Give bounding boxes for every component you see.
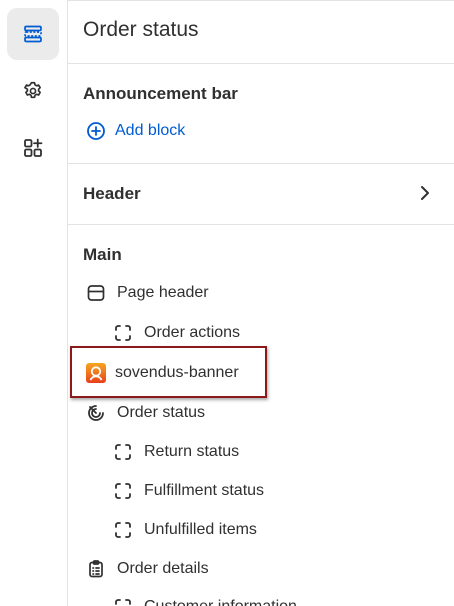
sections-panel: Order status Announcement bar Add block … <box>68 0 454 606</box>
tree-item-label: Fulfillment status <box>144 482 265 499</box>
sovendus-app-icon <box>86 363 106 383</box>
apps-tab-button[interactable] <box>7 122 59 174</box>
dashed-block-icon <box>115 483 131 499</box>
sections-tab-button[interactable] <box>7 8 59 60</box>
announcement-bar-title: Announcement bar <box>83 84 238 103</box>
apps-icon <box>24 138 43 157</box>
clipboard-icon <box>89 560 103 578</box>
tree-item-order-details[interactable]: Order details <box>86 559 209 579</box>
tree-item-page-header[interactable]: Page header <box>86 283 209 303</box>
tree-item-label: sovendus-banner <box>115 364 239 381</box>
dashed-block-icon <box>115 522 131 538</box>
tree-item-label: Unfulfilled items <box>144 521 257 538</box>
tree-item-label: Page header <box>117 284 209 301</box>
tree-item-unfulfilled-items[interactable]: Unfulfilled items <box>113 520 257 540</box>
add-block-label: Add block <box>115 122 186 139</box>
order-status-icon <box>88 405 104 421</box>
dashed-block-icon <box>115 325 131 341</box>
tree-item-label: Order status <box>117 404 206 421</box>
chevron-right-icon <box>421 186 429 200</box>
sections-icon <box>24 25 42 43</box>
tree-item-label: Customer information <box>144 598 297 606</box>
divider <box>68 63 454 64</box>
tree-item-label: Return status <box>144 443 240 460</box>
tree-item-label: Order actions <box>144 324 241 341</box>
page-title: Order status <box>83 18 199 41</box>
settings-icon <box>24 81 41 99</box>
tree-item-sovendus-banner[interactable]: sovendus-banner <box>86 363 239 383</box>
tree-item-fulfillment-status[interactable]: Fulfillment status <box>113 481 264 501</box>
dashed-block-icon <box>115 444 131 460</box>
plus-circle-icon <box>87 122 105 140</box>
tree-item-customer-information[interactable]: Customer information <box>113 597 297 606</box>
page-header-icon <box>87 285 105 301</box>
tree-item-order-status[interactable]: Order status <box>86 403 205 423</box>
settings-tab-button[interactable] <box>7 65 59 117</box>
header-section-row[interactable]: Header <box>68 164 454 224</box>
tree-item-label: Order details <box>117 560 209 577</box>
header-title: Header <box>83 184 141 203</box>
tree-item-return-status[interactable]: Return status <box>113 442 239 462</box>
divider <box>68 224 454 225</box>
main-title: Main <box>83 245 122 264</box>
add-block-button[interactable]: Add block <box>86 121 185 141</box>
icon-rail <box>0 0 68 606</box>
dashed-block-icon <box>115 599 131 605</box>
tree-item-order-actions[interactable]: Order actions <box>113 323 240 343</box>
